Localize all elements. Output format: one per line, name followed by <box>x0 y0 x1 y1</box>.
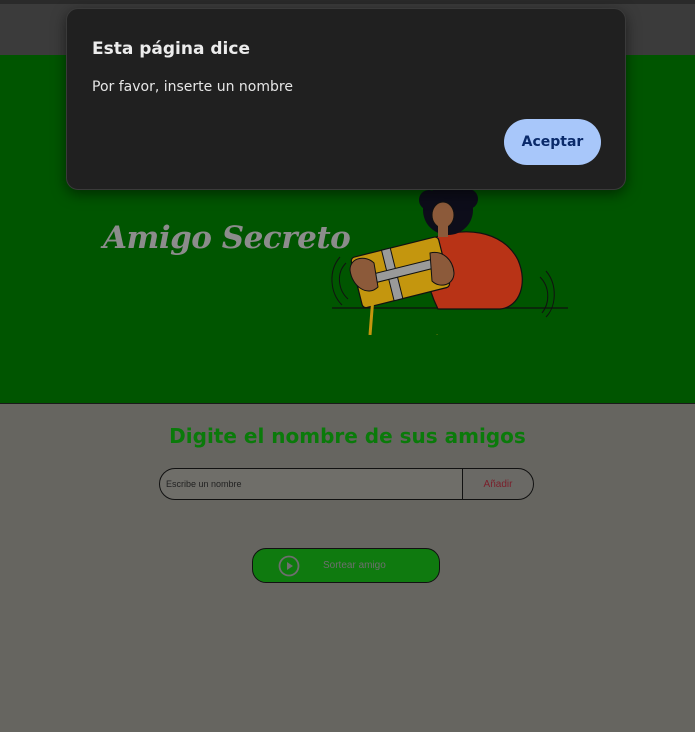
draw-button-label: Sortear amigo <box>323 560 386 571</box>
name-input-group: Añadir <box>159 468 534 500</box>
page: Amigo Secreto Digite el nombre de sus am… <box>0 0 695 732</box>
person-with-gift-illustration <box>331 179 568 335</box>
accept-button[interactable]: Aceptar <box>504 119 601 165</box>
draw-friend-button[interactable]: Sortear amigo <box>252 548 440 583</box>
alert-dialog: Esta página dice Por favor, inserte un n… <box>66 8 626 190</box>
dialog-title: Esta página dice <box>92 39 250 59</box>
name-input[interactable] <box>159 468 463 500</box>
play-circle-icon <box>278 555 300 577</box>
dialog-message: Por favor, inserte un nombre <box>92 79 293 95</box>
app-title: Amigo Secreto <box>103 220 351 256</box>
browser-edge <box>0 0 695 4</box>
main-content: Digite el nombre de sus amigos Añadir So… <box>0 404 695 732</box>
section-title: Digite el nombre de sus amigos <box>169 424 526 448</box>
add-button[interactable]: Añadir <box>462 468 534 500</box>
